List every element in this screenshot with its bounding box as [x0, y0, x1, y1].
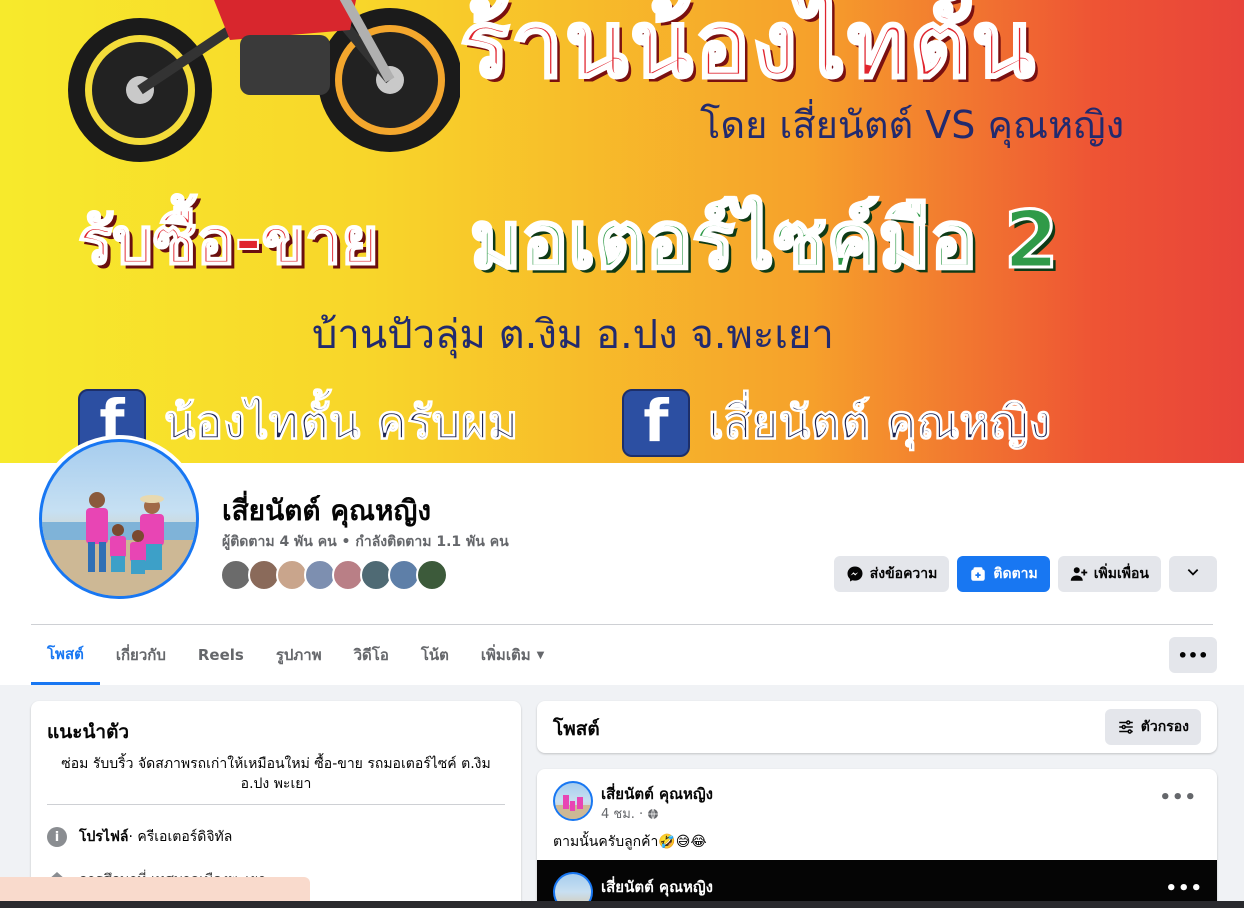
- taskbar: [0, 901, 1244, 908]
- follow-button[interactable]: ติดตาม: [957, 556, 1050, 592]
- add-friend-button-label: เพิ่มเพื่อน: [1093, 566, 1149, 582]
- profile-name: เสี่ยนัตต์ คุณหญิง: [222, 494, 432, 527]
- cover-address: บ้านปัวลุ่ม ต.งิม อ.ปง จ.พะเยา: [312, 312, 834, 358]
- globe-icon: [648, 808, 659, 819]
- info-icon: i: [47, 827, 67, 847]
- friend-avatars[interactable]: [220, 559, 448, 591]
- post-text: ตามนั้นครับลูกค้า🤣😅😂: [553, 834, 707, 850]
- intro-bio: ซ่อม รับบริ้ว จัดสภาพรถเก่าให้เหมือนใหม่…: [61, 756, 491, 792]
- shared-post-options-button[interactable]: •••: [1165, 878, 1203, 899]
- more-options-button[interactable]: [1169, 556, 1217, 592]
- profile-actions: ส่งข้อความ ติดตาม เพิ่มเพื่อน: [833, 556, 1217, 592]
- tab-notes[interactable]: โน้ต: [405, 625, 465, 685]
- intro-profile-row: i โปรไฟล์ · ครีเอเตอร์ดิจิทัล: [47, 826, 232, 848]
- motorcycle-image: [68, 0, 460, 162]
- ellipsis-icon: •••: [1159, 787, 1197, 808]
- tab-photos-label: รูปภาพ: [275, 646, 322, 664]
- caret-down-icon: ▼: [536, 649, 545, 661]
- divider: [47, 804, 505, 805]
- tab-photos[interactable]: รูปภาพ: [260, 625, 338, 685]
- friend-avatar[interactable]: [416, 559, 448, 591]
- message-button[interactable]: ส่งข้อความ: [833, 556, 950, 592]
- cover-buy-sell: รับซื้อ-ขาย: [77, 204, 380, 280]
- profile-header: เสี่ยนัตต์ คุณหญิง ผู้ติดตาม 4 พัน คน • …: [0, 435, 1244, 685]
- tab-more-label: เพิ่มเติม: [480, 646, 531, 664]
- posts-header: โพสต์ ตัวกรอง: [537, 701, 1217, 753]
- post-time[interactable]: 4 ชม. ·: [601, 803, 643, 824]
- add-friend-icon: [1070, 565, 1088, 583]
- follow-button-label: ติดตาม: [993, 566, 1038, 582]
- tabs-more-button[interactable]: •••: [1169, 637, 1217, 673]
- filter-icon: [1119, 720, 1133, 734]
- intro-profile-label: โปรไฟล์: [79, 829, 129, 845]
- tab-posts-label: โพสต์: [47, 644, 84, 663]
- tab-notes-label: โน้ต: [420, 646, 449, 664]
- tab-videos[interactable]: วิดีโอ: [338, 625, 405, 685]
- ellipsis-icon: •••: [1177, 645, 1209, 665]
- avatar-photo: [555, 795, 591, 819]
- post-meta: 4 ชม. ·: [601, 803, 659, 824]
- tab-about[interactable]: เกี่ยวกับ: [100, 625, 182, 685]
- intro-title: แนะนำตัว: [47, 721, 130, 743]
- tab-reels[interactable]: Reels: [182, 625, 260, 685]
- posts-title: โพสต์: [553, 718, 600, 740]
- tab-posts[interactable]: โพสต์: [31, 625, 100, 685]
- post-card: เสี่ยนัตต์ คุณหญิง 4 ชม. · ••• ตามนั้นคร…: [537, 769, 1217, 908]
- cover-photo[interactable]: ร้านน้องไทตั้น โดย เสี่ยนัตต์ VS คุณหญิง…: [0, 0, 1244, 463]
- add-friend-button[interactable]: เพิ่มเพื่อน: [1057, 556, 1161, 592]
- profile-tabs: โพสต์ เกี่ยวกับ Reels รูปภาพ วิดีโอ โน้ต…: [31, 625, 560, 685]
- cover-by-line: โดย เสี่ยนัตต์ VS คุณหญิง: [700, 103, 1125, 147]
- ellipsis-icon: •••: [1165, 878, 1203, 899]
- tab-more[interactable]: เพิ่มเติม ▼: [465, 625, 560, 685]
- chevron-down-icon: [1186, 565, 1200, 583]
- cover-fb-page-2-label: เสี่ยนัตต์ คุณหญิง: [707, 395, 1052, 450]
- profile-picture[interactable]: [35, 435, 203, 603]
- profile-photo: [39, 439, 199, 599]
- post-options-button[interactable]: •••: [1159, 787, 1197, 808]
- follow-icon: [969, 565, 987, 583]
- messenger-icon: [846, 565, 864, 583]
- facebook-logo-icon: f: [622, 387, 690, 457]
- cover-motorcycle: มอเตอร์ไซค์มือ 2: [468, 195, 1059, 288]
- profile-stats[interactable]: ผู้ติดตาม 4 พัน คน • กำลังติดตาม 1.1 พัน…: [222, 531, 509, 553]
- shared-post-author[interactable]: เสี่ยนัตต์ คุณหญิง: [601, 875, 713, 899]
- message-button-label: ส่งข้อความ: [869, 566, 938, 582]
- cover-fb-page-2: f เสี่ยนัตต์ คุณหญิง: [622, 386, 1052, 459]
- filter-button[interactable]: ตัวกรอง: [1104, 709, 1201, 745]
- filter-button-label: ตัวกรอง: [1140, 719, 1189, 735]
- tab-about-label: เกี่ยวกับ: [115, 646, 166, 664]
- family-photo: [42, 492, 196, 596]
- avatar[interactable]: [553, 781, 593, 821]
- tab-reels-label: Reels: [197, 646, 244, 664]
- cover-fb-page-1-label: น้องไทตั้น ครับผม: [163, 395, 519, 450]
- tab-videos-label: วิดีโอ: [353, 646, 389, 664]
- intro-profile-value: · ครีเอเตอร์ดิจิทัล: [128, 829, 233, 845]
